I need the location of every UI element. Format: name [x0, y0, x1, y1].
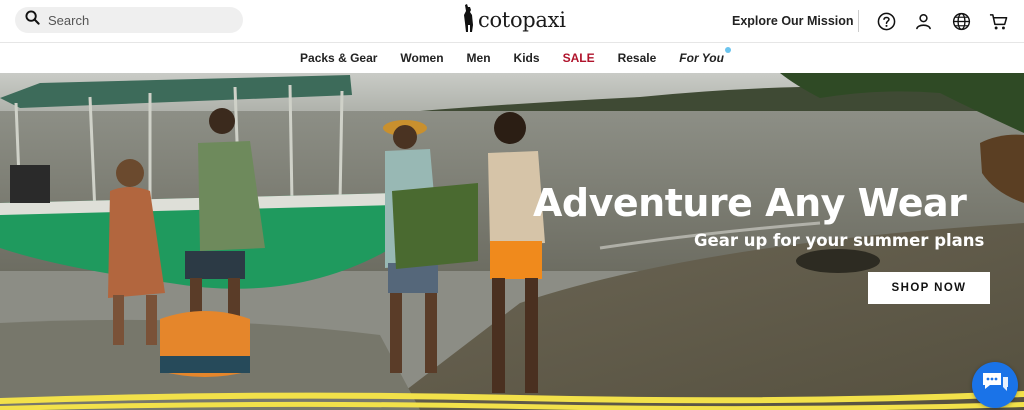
- hero-headline: Adventure Any Wear: [533, 181, 967, 225]
- nav-kids[interactable]: Kids: [514, 51, 540, 65]
- globe-icon[interactable]: [951, 11, 971, 31]
- nav-men[interactable]: Men: [467, 51, 491, 65]
- explore-mission-link[interactable]: Explore Our Mission: [732, 14, 854, 28]
- top-header: cotopaxi Explore Our Mission: [0, 0, 1024, 42]
- search-bar[interactable]: [15, 7, 243, 33]
- shop-now-button[interactable]: SHOP NOW: [868, 272, 990, 304]
- nav-packs-gear[interactable]: Packs & Gear: [300, 51, 377, 65]
- llama-logo-icon: [462, 3, 476, 38]
- brand-logo[interactable]: cotopaxi: [462, 3, 566, 38]
- nav-sale[interactable]: SALE: [563, 51, 595, 65]
- hero-subheadline: Gear up for your summer plans: [694, 231, 985, 250]
- category-nav: Packs & Gear Women Men Kids SALE Resale …: [0, 43, 1024, 73]
- nav-resale[interactable]: Resale: [618, 51, 657, 65]
- search-input[interactable]: [48, 12, 228, 28]
- account-icon[interactable]: [913, 11, 933, 31]
- cart-icon[interactable]: [988, 11, 1008, 31]
- nav-for-you: For You: [679, 51, 724, 65]
- help-icon[interactable]: [876, 11, 896, 31]
- header-divider: [858, 10, 859, 32]
- new-indicator-dot: [724, 47, 731, 53]
- brand-wordmark: cotopaxi: [478, 8, 566, 32]
- nav-women[interactable]: Women: [400, 51, 443, 65]
- chat-icon: [981, 370, 1009, 401]
- search-icon[interactable]: [25, 10, 40, 30]
- hero-banner[interactable]: Adventure Any Wear Gear up for your summ…: [0, 73, 1024, 410]
- nav-for-you-item[interactable]: For You: [679, 47, 731, 65]
- chat-widget-button[interactable]: [972, 362, 1018, 408]
